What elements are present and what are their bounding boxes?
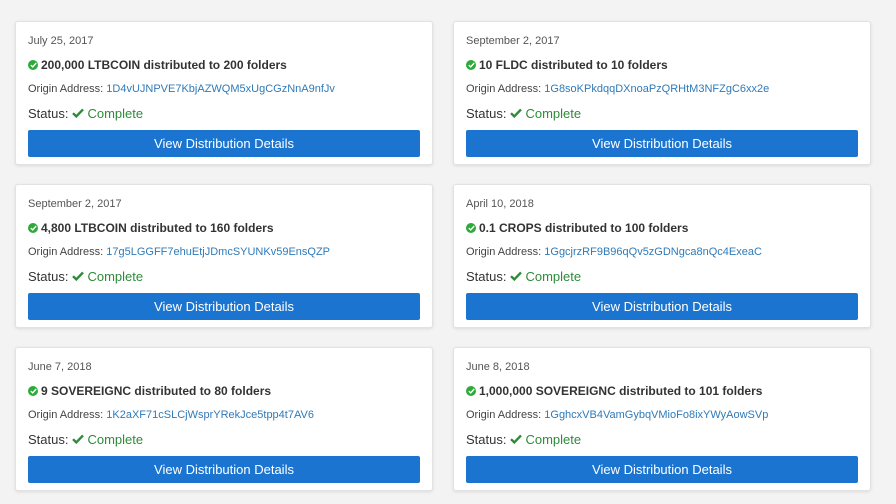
status-row: Status: Complete	[466, 432, 581, 447]
summary-text: 4,800 LTBCOIN distributed to 160 folders	[41, 221, 274, 235]
distribution-date: September 2, 2017	[28, 198, 122, 210]
distribution-summary: 4,800 LTBCOIN distributed to 160 folders	[28, 221, 274, 235]
check-circle-icon	[466, 223, 476, 233]
check-icon	[510, 106, 523, 121]
status-label: Status:	[28, 432, 69, 447]
view-distribution-details-button[interactable]: View Distribution Details	[466, 130, 858, 157]
origin-address-link[interactable]: 1GghcxVB4VamGybqVMioFo8ixYWyAowSVp	[544, 409, 768, 421]
origin-label: Origin Address:	[28, 409, 107, 421]
distribution-date: July 25, 2017	[28, 35, 94, 47]
distribution-date: June 7, 2018	[28, 361, 92, 373]
origin-address-row: Origin Address: 1D4vUJNPVE7KbjAZWQM5xUgC…	[28, 83, 335, 95]
check-circle-icon	[28, 386, 38, 396]
distribution-summary: 0.1 CROPS distributed to 100 folders	[466, 221, 688, 235]
status-row: Status: Complete	[466, 106, 581, 121]
origin-address-row: Origin Address: 1GgcjrzRF9B96qQv5zGDNgca…	[466, 246, 762, 258]
view-distribution-details-button[interactable]: View Distribution Details	[28, 293, 420, 320]
origin-address-link[interactable]: 17g5LGGFF7ehuEtjJDmcSYUNKv59EnsQZP	[106, 246, 330, 258]
status-value: Complete	[87, 106, 144, 121]
summary-text: 1,000,000 SOVEREIGNC distributed to 101 …	[479, 384, 763, 398]
origin-address-row: Origin Address: 1K2aXF71cSLCjWsprYRekJce…	[28, 409, 314, 421]
status-value: Complete	[87, 269, 144, 284]
check-icon	[72, 432, 85, 447]
status-label: Status:	[466, 269, 507, 284]
status-label: Status:	[28, 269, 69, 284]
distribution-date: September 2, 2017	[466, 35, 560, 47]
view-distribution-details-button[interactable]: View Distribution Details	[28, 130, 420, 157]
check-circle-icon	[28, 60, 38, 70]
status-label: Status:	[28, 106, 69, 121]
distribution-date: April 10, 2018	[466, 198, 534, 210]
distribution-card: September 2, 2017 4,800 LTBCOIN distribu…	[15, 184, 433, 328]
status-value: Complete	[87, 432, 144, 447]
origin-address-row: Origin Address: 17g5LGGFF7ehuEtjJDmcSYUN…	[28, 246, 330, 258]
check-icon	[510, 432, 523, 447]
origin-address-row: Origin Address: 1G8soKPkdqqDXnoaPzQRHtM3…	[466, 83, 769, 95]
status-label: Status:	[466, 432, 507, 447]
view-distribution-details-button[interactable]: View Distribution Details	[466, 293, 858, 320]
distribution-grid: July 25, 2017 200,000 LTBCOIN distribute…	[0, 0, 896, 504]
summary-text: 200,000 LTBCOIN distributed to 200 folde…	[41, 58, 287, 72]
distribution-card: April 10, 2018 0.1 CROPS distributed to …	[453, 184, 871, 328]
origin-label: Origin Address:	[28, 83, 107, 95]
origin-address-link[interactable]: 1K2aXF71cSLCjWsprYRekJce5tpp4t7AV6	[106, 409, 314, 421]
status-row: Status: Complete	[28, 269, 143, 284]
status-value: Complete	[525, 106, 582, 121]
status-row: Status: Complete	[466, 269, 581, 284]
view-distribution-details-button[interactable]: View Distribution Details	[466, 456, 858, 483]
summary-text: 0.1 CROPS distributed to 100 folders	[479, 221, 689, 235]
origin-label: Origin Address:	[466, 409, 545, 421]
status-row: Status: Complete	[28, 106, 143, 121]
origin-label: Origin Address:	[466, 83, 545, 95]
distribution-summary: 200,000 LTBCOIN distributed to 200 folde…	[28, 58, 287, 72]
status-label: Status:	[466, 106, 507, 121]
distribution-card: June 7, 2018 9 SOVEREIGNC distributed to…	[15, 347, 433, 491]
origin-label: Origin Address:	[28, 246, 107, 258]
summary-text: 9 SOVEREIGNC distributed to 80 folders	[41, 384, 272, 398]
check-icon	[72, 269, 85, 284]
status-row: Status: Complete	[28, 432, 143, 447]
distribution-date: June 8, 2018	[466, 361, 530, 373]
check-circle-icon	[466, 60, 476, 70]
distribution-card: September 2, 2017 10 FLDC distributed to…	[453, 21, 871, 165]
status-value: Complete	[525, 269, 582, 284]
check-icon	[510, 269, 523, 284]
status-value: Complete	[525, 432, 582, 447]
distribution-summary: 1,000,000 SOVEREIGNC distributed to 101 …	[466, 384, 762, 398]
summary-text: 10 FLDC distributed to 10 folders	[479, 58, 668, 72]
distribution-summary: 9 SOVEREIGNC distributed to 80 folders	[28, 384, 271, 398]
origin-address-link[interactable]: 1G8soKPkdqqDXnoaPzQRHtM3NFZgC6xx2e	[544, 83, 769, 95]
origin-label: Origin Address:	[466, 246, 545, 258]
distribution-summary: 10 FLDC distributed to 10 folders	[466, 58, 668, 72]
origin-address-link[interactable]: 1GgcjrzRF9B96qQv5zGDNgca8nQc4ExeaC	[544, 246, 762, 258]
check-icon	[72, 106, 85, 121]
distribution-card: June 8, 2018 1,000,000 SOVEREIGNC distri…	[453, 347, 871, 491]
origin-address-row: Origin Address: 1GghcxVB4VamGybqVMioFo8i…	[466, 409, 768, 421]
check-circle-icon	[466, 386, 476, 396]
view-distribution-details-button[interactable]: View Distribution Details	[28, 456, 420, 483]
distribution-card: July 25, 2017 200,000 LTBCOIN distribute…	[15, 21, 433, 165]
origin-address-link[interactable]: 1D4vUJNPVE7KbjAZWQM5xUgCGzNnA9nfJv	[106, 83, 335, 95]
check-circle-icon	[28, 223, 38, 233]
